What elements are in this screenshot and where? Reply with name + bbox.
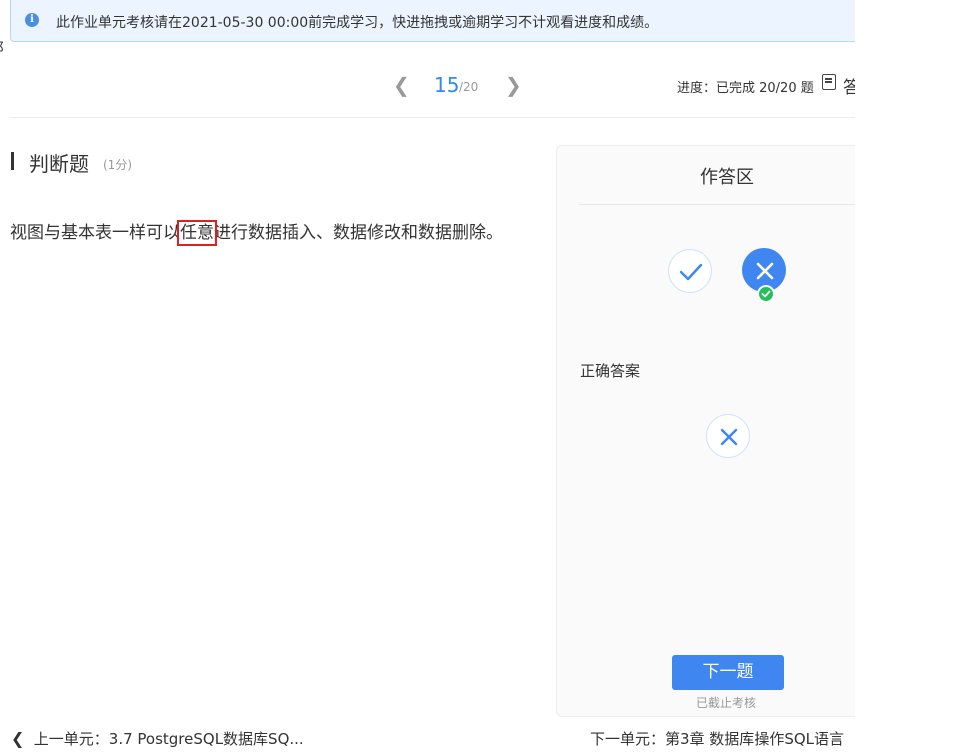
question-type-marker — [11, 152, 14, 170]
answer-card-icon[interactable] — [822, 74, 836, 90]
check-icon — [679, 263, 703, 281]
question-text-highlight: 任意 — [177, 220, 217, 246]
progress-text: 进度：已完成 20/20 题 — [677, 81, 814, 96]
next-question-button[interactable]: 下一题 — [672, 655, 784, 690]
info-icon: i — [25, 13, 39, 27]
answer-panel-title: 作答区 — [700, 167, 754, 188]
current-question-number: 15 — [434, 73, 460, 97]
answer-card-label[interactable]: 答 — [843, 73, 855, 98]
chevron-left-icon: ❮ — [11, 729, 25, 748]
cross-icon — [720, 428, 738, 446]
page: 阝 i 此作业单元考核请在2021-05-30 00:00前完成学习，快进拖拽或… — [0, 0, 855, 755]
deadline-text: 已截止考核 — [696, 696, 757, 710]
next-unit-label: 下一单元：第3章 数据库操作SQL语言 — [590, 730, 844, 748]
notice-banner: i 此作业单元考核请在2021-05-30 00:00前完成学习，快进拖拽或逾期… — [10, 0, 855, 42]
question-text-start: 视图与基本表一样可以 — [10, 223, 180, 243]
correct-answer-label: 正确答案 — [580, 362, 641, 380]
edge-glyph: 阝 — [0, 41, 10, 57]
notice-text: 此作业单元考核请在2021-05-30 00:00前完成学习，快进拖拽或逾期学习… — [56, 15, 659, 31]
header-divider — [10, 117, 855, 118]
chevron-left-icon[interactable]: ❮ — [393, 73, 410, 97]
question-score: (1分) — [103, 158, 132, 172]
previous-unit-label: 上一单元：3.7 PostgreSQL数据库SQ... — [33, 730, 304, 748]
question-type: 判断题 — [29, 152, 89, 176]
next-unit-link[interactable]: 下一单元：第3章 数据库操作SQL语言 — [590, 728, 844, 749]
previous-unit-link[interactable]: ❮ 上一单元：3.7 PostgreSQL数据库SQ... — [11, 728, 304, 749]
question-text-end: 进行数据插入、数据修改和数据删除。 — [214, 223, 503, 243]
question-text: 视图与基本表一样可以任意进行数据插入、数据修改和数据删除。 — [10, 216, 510, 250]
total-question-count: /20 — [459, 80, 479, 94]
option-true-button[interactable] — [668, 249, 712, 293]
correct-answer-option — [706, 414, 750, 458]
chevron-right-icon[interactable]: ❯ — [505, 73, 522, 97]
check-badge-icon — [757, 285, 775, 303]
answer-panel-divider — [579, 204, 855, 205]
